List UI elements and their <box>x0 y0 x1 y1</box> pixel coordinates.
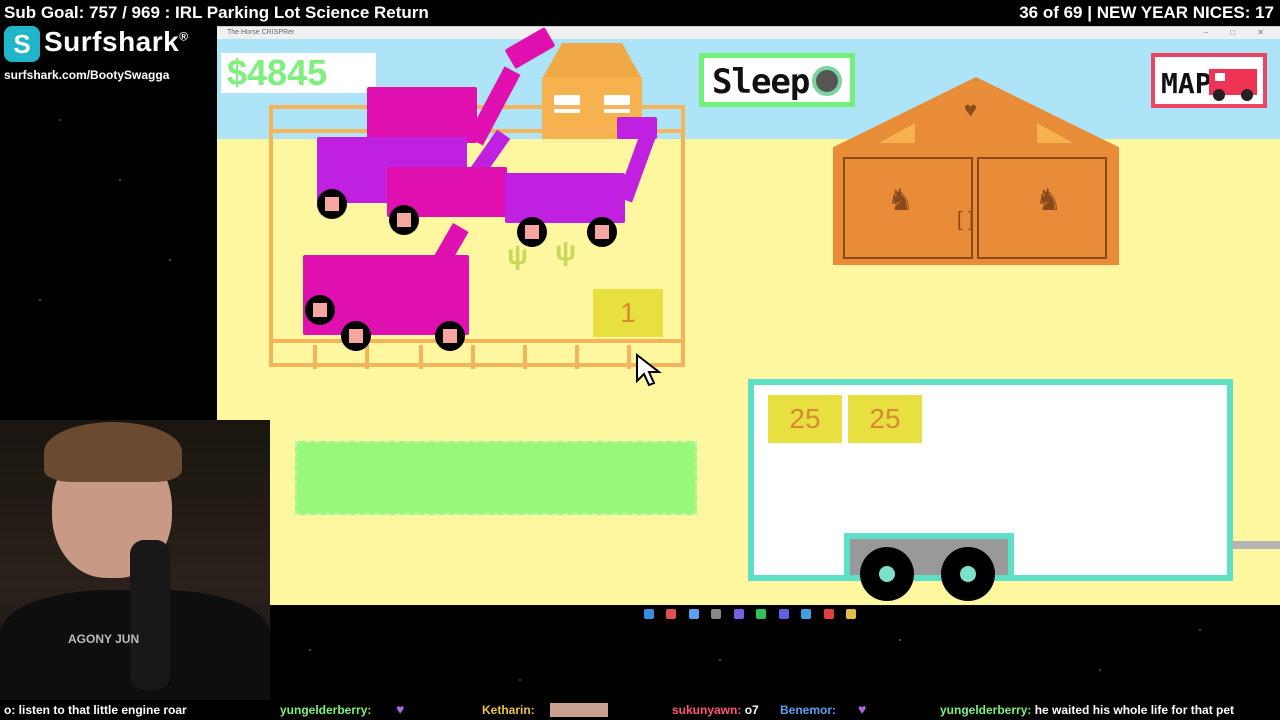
webcam-feed: AGONY JUN <box>0 420 270 700</box>
game-window[interactable]: The Horse CRISPRer – □ ✕ $4845 ψ ψ 1 Sle… <box>217 26 1280 605</box>
horse-icon: ♞ <box>1035 184 1062 217</box>
horse-head <box>617 117 657 139</box>
sleep-label: Sleep <box>712 62 810 102</box>
heart-icon: ♥ <box>858 701 867 717</box>
fence-post <box>365 345 369 369</box>
app-icon[interactable] <box>733 609 744 619</box>
horse-icon: ♞ <box>887 184 914 217</box>
emote-image <box>550 703 608 717</box>
horse-wheel <box>305 295 335 325</box>
barn-lock-bracket: [ ] <box>957 209 974 231</box>
paddock-count-tag: 1 <box>593 289 663 337</box>
mouse-cursor-icon <box>636 353 662 387</box>
map-label: MAP <box>1161 67 1212 100</box>
trailer-price-tag[interactable]: 25 <box>768 395 842 443</box>
fence-post <box>471 345 475 369</box>
chat-username: Ketharin: <box>482 703 535 717</box>
horse-wheel <box>317 189 347 219</box>
truck-wheel <box>1241 89 1253 101</box>
stream-overlay: Sub Goal: 757 / 969 : IRL Parking Lot Sc… <box>0 0 1280 720</box>
app-icon[interactable] <box>801 609 812 619</box>
trailer-wheel <box>860 547 914 601</box>
start-icon[interactable] <box>644 609 654 619</box>
app-icon[interactable] <box>846 609 857 619</box>
truck-icon <box>1209 69 1257 101</box>
trailer-hitch <box>1232 541 1280 549</box>
fence-post <box>575 345 579 369</box>
app-icon[interactable] <box>823 609 834 619</box>
horse-wheel <box>517 217 547 247</box>
nice-counter-text: 36 of 69 | NEW YEAR NICES: 17 <box>1019 3 1274 22</box>
chat-username: yungelderberry: <box>280 703 372 717</box>
horse-body <box>367 87 477 143</box>
chat-ticker: o: listen to that little engine roar yun… <box>0 700 1280 720</box>
horse-barn[interactable]: ♥ ♞ ♞ [ ] <box>833 77 1119 267</box>
horse-wheel <box>341 321 371 351</box>
shirt-text: AGONY JUN <box>68 632 140 646</box>
barn-stall-left[interactable]: ♞ <box>843 157 973 259</box>
app-icon[interactable] <box>666 609 677 619</box>
chat-username: Benemor: <box>780 703 837 717</box>
sub-goal-text: Sub Goal: 757 / 969 : IRL Parking Lot Sc… <box>4 3 429 22</box>
green-action-button[interactable] <box>295 441 697 515</box>
streamer-hair <box>44 422 182 482</box>
stream-top-bar: Sub Goal: 757 / 969 : IRL Parking Lot Sc… <box>0 0 1280 26</box>
fence-post <box>523 345 527 369</box>
horse-wheel <box>587 217 617 247</box>
map-button[interactable]: MAP <box>1151 53 1267 108</box>
chat-message: sukunyawn: o7 <box>672 703 759 717</box>
surfshark-logo-icon: S <box>4 26 40 62</box>
money-display: $4845 <box>221 53 376 93</box>
taskbar[interactable] <box>640 606 870 624</box>
window-controls[interactable]: – □ ✕ <box>1204 27 1274 39</box>
app-icon[interactable] <box>711 609 722 619</box>
fence-post <box>627 345 631 369</box>
trailer-price-tag[interactable]: 25 <box>848 395 922 443</box>
window-title-bar: The Horse CRISPRer – □ ✕ <box>217 27 1280 39</box>
sleep-button[interactable]: Sleep <box>699 53 855 107</box>
chat-message: o: listen to that little engine roar <box>4 703 187 717</box>
horse-sprite[interactable] <box>303 223 483 351</box>
microphone <box>130 540 170 690</box>
fence-post <box>313 345 317 369</box>
window-title: The Horse CRISPRer <box>227 29 295 36</box>
chat-message: yungelderberry: he waited his whole life… <box>940 703 1235 717</box>
sponsor-name: Surfshark® <box>44 26 189 57</box>
horse-wheel <box>435 321 465 351</box>
truck-wheel <box>1213 89 1225 101</box>
heart-icon: ♥ <box>396 701 405 717</box>
app-icon[interactable] <box>688 609 699 619</box>
app-icon[interactable] <box>756 609 767 619</box>
barn-stall-right[interactable]: ♞ <box>977 157 1107 259</box>
horse-wheel <box>389 205 419 235</box>
fence-post <box>419 345 423 369</box>
sponsor-url: surfshark.com/BootySwagga <box>4 68 170 82</box>
trailer-wheel <box>941 547 995 601</box>
app-icon[interactable] <box>778 609 789 619</box>
horse-body <box>505 173 625 223</box>
heart-icon: ♥ <box>964 97 978 122</box>
sponsor-banner: S Surfshark® surfshark.com/BootySwagga <box>4 26 204 86</box>
